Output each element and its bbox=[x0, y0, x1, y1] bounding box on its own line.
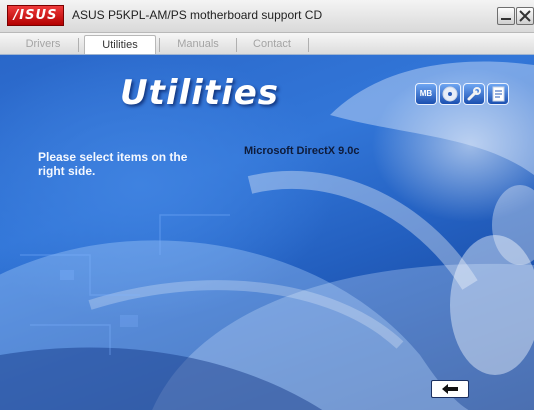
main-panel: Utilities MB Please select items on the … bbox=[0, 55, 534, 410]
title-bar: /ISUS ASUS P5KPL-AM/PS motherboard suppo… bbox=[0, 0, 534, 33]
wrench-icon bbox=[467, 87, 481, 101]
browse-cd-button[interactable] bbox=[439, 83, 461, 105]
tab-utilities[interactable]: Utilities bbox=[84, 35, 156, 54]
asus-logo: /ISUS bbox=[7, 5, 64, 26]
document-icon bbox=[492, 86, 505, 102]
tab-manuals[interactable]: Manuals bbox=[164, 35, 232, 54]
tab-divider bbox=[78, 38, 79, 52]
tab-divider bbox=[308, 38, 309, 52]
tab-bar: Drivers Utilities Manuals Contact bbox=[0, 33, 534, 55]
cd-icon bbox=[442, 86, 458, 102]
window-title: ASUS P5KPL-AM/PS motherboard support CD bbox=[72, 8, 323, 22]
tab-contact[interactable]: Contact bbox=[240, 35, 304, 54]
page-heading: Utilities bbox=[120, 73, 280, 113]
close-button[interactable] bbox=[516, 7, 534, 25]
minimize-button[interactable] bbox=[497, 7, 515, 25]
readme-button[interactable] bbox=[487, 83, 509, 105]
left-arrow-icon bbox=[442, 384, 458, 394]
mb-info-button[interactable]: MB bbox=[415, 83, 437, 105]
menu-item-directx[interactable]: Microsoft DirectX 9.0c bbox=[244, 145, 360, 157]
support-cd-window: /ISUS ASUS P5KPL-AM/PS motherboard suppo… bbox=[0, 0, 534, 410]
tab-divider bbox=[236, 38, 237, 52]
mb-info-icon: MB bbox=[419, 89, 433, 98]
utilities-tools-button[interactable] bbox=[463, 83, 485, 105]
instruction-text: Please select items on the right side. bbox=[38, 150, 188, 178]
back-button[interactable] bbox=[431, 380, 469, 398]
close-icon bbox=[519, 10, 531, 22]
tab-divider bbox=[159, 38, 160, 52]
minimize-icon bbox=[501, 18, 511, 20]
tab-drivers[interactable]: Drivers bbox=[14, 35, 72, 54]
